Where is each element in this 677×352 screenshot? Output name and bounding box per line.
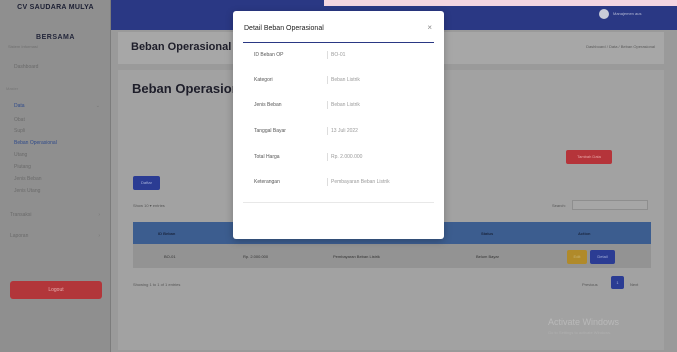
modal-title: Detail Beban Operasional xyxy=(244,25,324,32)
search-label: Search: xyxy=(552,203,566,208)
sidebar-item-transaksi[interactable]: Transaksi xyxy=(10,212,32,218)
sidebar-item-obat[interactable]: Obat xyxy=(14,117,25,123)
field-label-jenis-beban: Jenis Beban xyxy=(254,102,282,108)
field-label-total: Total Harga xyxy=(254,154,280,160)
brand-name: CV SAUDARA MULYA xyxy=(17,4,94,11)
pagination-previous[interactable]: Previous xyxy=(582,282,598,287)
avatar[interactable] xyxy=(599,9,609,19)
sidebar: CV SAUDARA MULYA BERSAMA Sistem Informas… xyxy=(0,0,111,352)
search-input[interactable] xyxy=(572,200,648,210)
field-value-jenis-beban: Beban Listrik xyxy=(331,102,360,108)
field-value-tanggal: 13 Juli 2022 xyxy=(331,128,358,134)
list-button[interactable]: Daftar xyxy=(133,176,160,190)
brand-caption: Sistem Informasi xyxy=(8,44,38,49)
sidebar-item-dashboard[interactable]: Dashboard xyxy=(14,64,38,70)
close-icon[interactable]: × xyxy=(427,23,432,32)
field-label-id: ID Beban OP xyxy=(254,52,284,58)
chevron-down-icon[interactable]: ⌄ xyxy=(96,103,100,109)
modal-footer-divider xyxy=(243,202,434,203)
sidebar-item-beban-operasional[interactable]: Beban Operasional xyxy=(14,140,57,146)
user-menu[interactable]: Manajemen aus xyxy=(613,11,641,16)
column-header-action: Action xyxy=(578,231,591,236)
detail-button[interactable]: Detail xyxy=(590,250,615,264)
modal-header-divider xyxy=(243,42,434,43)
top-accent-strip xyxy=(324,0,677,6)
column-header-status[interactable]: Status xyxy=(481,231,493,236)
field-divider xyxy=(327,51,328,59)
page-title: Beban Operasional xyxy=(131,41,232,53)
sidebar-item-jenis-utang[interactable]: Jenis Utang xyxy=(14,188,40,194)
field-label-kategori: Kategori xyxy=(254,77,273,83)
logout-button[interactable]: Logout xyxy=(10,281,102,299)
sidebar-group-data[interactable]: Data xyxy=(14,103,25,109)
sidebar-section-master: Master xyxy=(6,86,19,91)
breadcrumb[interactable]: Dashboard / Data / Beban Operasional xyxy=(586,44,655,49)
sidebar-item-jenis-beban[interactable]: Jenis Beban xyxy=(14,176,42,182)
field-divider xyxy=(327,178,328,186)
field-divider xyxy=(327,76,328,84)
column-header-id[interactable]: ID Beban xyxy=(158,231,175,236)
field-value-kategori: Beban Listrik xyxy=(331,77,360,83)
field-label-tanggal: Tanggal Bayar xyxy=(254,128,286,134)
field-value-total: Rp. 2.000.000 xyxy=(331,154,363,160)
sidebar-item-laporan[interactable]: Laporan xyxy=(10,233,28,239)
edit-button[interactable]: Edit xyxy=(567,250,587,264)
detail-modal: Detail Beban Operasional × ID Beban OP B… xyxy=(233,11,444,239)
sidebar-item-utang[interactable]: Utang xyxy=(14,152,27,158)
activation-watermark: Activate Windows xyxy=(548,317,620,327)
pagination-info: Showing 1 to 1 of 1 entries xyxy=(133,282,181,287)
show-entries-select[interactable]: Show 10 ▾ entries xyxy=(133,203,165,208)
field-divider xyxy=(327,101,328,109)
cell-id: BO-01 xyxy=(164,254,176,259)
field-divider xyxy=(327,127,328,135)
field-label-keterangan: Keterangan xyxy=(254,179,280,185)
field-divider xyxy=(327,153,328,161)
pagination-page-1[interactable]: 1 xyxy=(611,276,624,289)
add-data-button[interactable]: Tambah Data xyxy=(566,150,612,164)
cell-keterangan: Pembayaran Beban Listrik xyxy=(333,254,380,259)
chevron-right-icon[interactable]: › xyxy=(98,212,100,218)
cell-status: Belum Bayar xyxy=(476,254,499,259)
field-value-id: BO-01 xyxy=(331,52,346,58)
sidebar-item-piutang[interactable]: Piutang xyxy=(14,164,31,170)
brand-subtitle: BERSAMA xyxy=(36,34,75,41)
activation-watermark-hint: Go to Settings to activate Windows. xyxy=(548,330,612,335)
cell-total: Rp. 2.000.000 xyxy=(243,254,269,259)
chevron-right-icon[interactable]: › xyxy=(98,233,100,239)
sidebar-item-supli[interactable]: Supli xyxy=(14,128,25,134)
pagination-next[interactable]: Next xyxy=(630,282,638,287)
field-value-keterangan: Pembayaran Beban Listrik xyxy=(331,179,390,185)
